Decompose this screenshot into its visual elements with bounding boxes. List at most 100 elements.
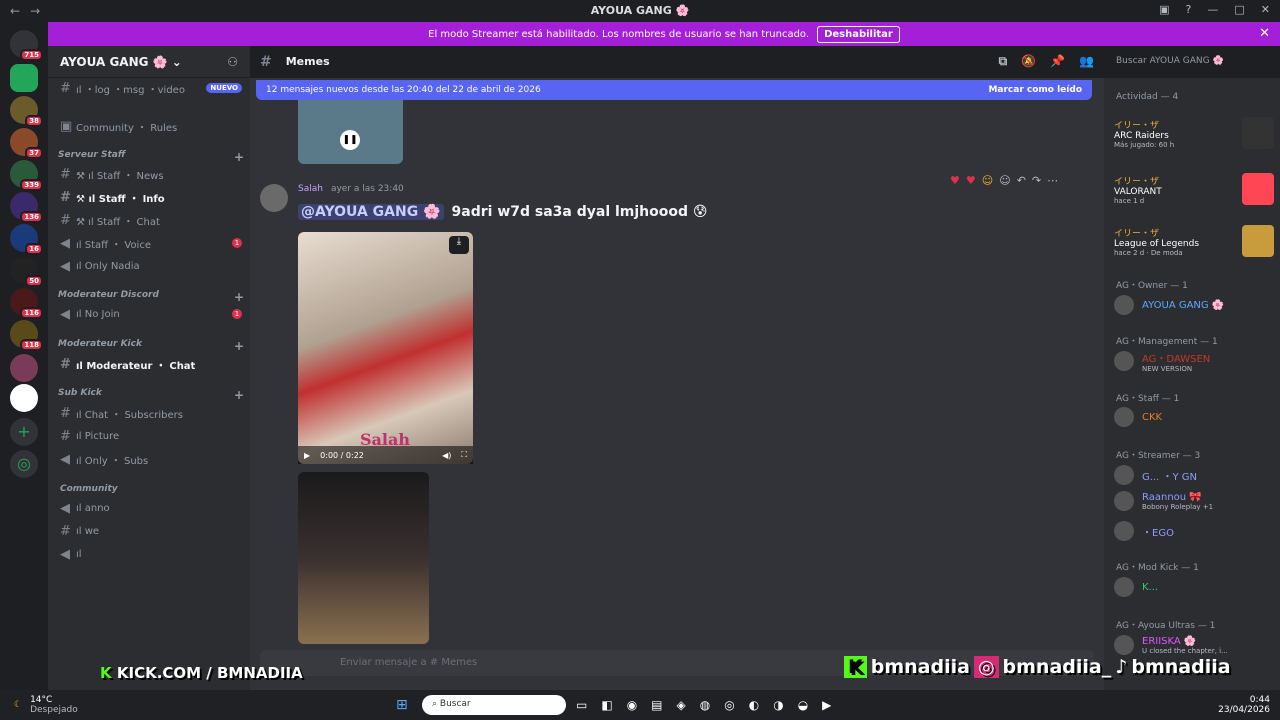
close-banner-icon[interactable]: ✕ xyxy=(1259,26,1270,41)
task-view-icon[interactable]: ▭ xyxy=(576,698,587,712)
channel-item[interactable]: # ıl we xyxy=(56,521,242,541)
server-icon[interactable]: 16 xyxy=(10,224,43,255)
channel-item[interactable]: # ıl Moderateur ・ Chat xyxy=(56,354,242,374)
reply-icon[interactable]: ↶ xyxy=(1017,174,1026,187)
obs-icon[interactable]: ◎ xyxy=(724,698,734,712)
activity-item[interactable]: イリー・ザ ARC Raiders Más jugado: 60 h xyxy=(1114,116,1274,150)
weather-icon: ☾ xyxy=(14,700,23,710)
pin-icon[interactable]: 📌 xyxy=(1050,54,1065,69)
channel-item[interactable]: ▣ Community ・ Rules xyxy=(56,116,242,136)
add-server-icon[interactable]: + xyxy=(10,418,38,446)
activity-header: Actividad — 4 xyxy=(1116,92,1179,102)
channel-item[interactable]: # ⚒ ıl Staff ・ Chat xyxy=(56,210,242,230)
member[interactable]: K... xyxy=(1114,570,1274,604)
clock[interactable]: 0:44 23/04/2026 xyxy=(1218,695,1270,715)
channel-item[interactable]: ◀ ıl anno xyxy=(56,498,242,518)
voice-channel[interactable]: ◀ ıl Only ・ Subs xyxy=(56,449,242,469)
invite-icon[interactable]: ⚇ xyxy=(227,55,238,69)
kick-overlay: K KICK.COM / BMNADIIA xyxy=(100,664,303,682)
channel-item[interactable]: # ıl ・log ・msg ・video NUEVO xyxy=(56,78,242,98)
add-reaction-icon[interactable]: ☺ xyxy=(999,174,1010,187)
banner-text: El modo Streamer está habilitado. Los no… xyxy=(428,28,810,40)
heart-reaction-icon[interactable]: ♥ xyxy=(950,174,960,187)
mention[interactable]: @AYOUA GANG 🌸 xyxy=(298,204,444,220)
taskbar-search[interactable]: ⌕ Buscar xyxy=(422,695,566,715)
voice-channel[interactable]: ◀ ıl Staff ・ Voice 1 xyxy=(56,233,242,253)
close-window-button[interactable]: ✕ xyxy=(1261,3,1270,16)
image-attachment[interactable] xyxy=(298,472,429,644)
help-icon[interactable]: ? xyxy=(1186,3,1192,16)
server-icon[interactable] xyxy=(10,354,38,382)
discord-icon[interactable]: ◐ xyxy=(749,698,759,712)
app-icon[interactable]: ◒ xyxy=(798,698,808,712)
volume-icon[interactable]: ◀) xyxy=(442,451,451,460)
voice-channel[interactable]: ◀ ıl Only Nadia xyxy=(56,256,242,276)
social-overlay: Kbmnadiia ◎ bmnadiia_ ♪ bmnadiia xyxy=(844,656,1231,678)
discover-icon[interactable]: ◎ xyxy=(10,450,38,478)
more-icon[interactable]: ⋯ xyxy=(1047,174,1058,187)
play-icon[interactable]: ▶ xyxy=(304,451,310,460)
notifications-icon[interactable]: 🔕 xyxy=(1021,54,1036,69)
window-title: AYOUA GANG 🌸 xyxy=(590,4,690,17)
outlook-icon[interactable]: ◉ xyxy=(627,698,637,712)
channel-item[interactable]: # ıl Chat ・ Subscribers xyxy=(56,403,242,423)
member[interactable]: AYOUA GANG 🌸 xyxy=(1114,288,1274,322)
member[interactable]: AG・DAWSEN NEW VERSION xyxy=(1114,344,1274,378)
app-icon[interactable]: ◈ xyxy=(677,698,686,712)
activity-item[interactable]: イリー・ザ League of Legends hace 2 d · De moda xyxy=(1114,224,1274,258)
server-icon[interactable]: 118 xyxy=(10,320,43,351)
server-icon[interactable]: 50 xyxy=(10,256,43,287)
fullscreen-icon[interactable]: ⛶ xyxy=(461,450,467,460)
folder-icon[interactable]: ▤ xyxy=(651,698,662,712)
channel-title: Memes xyxy=(285,55,330,68)
store-icon[interactable]: ◧ xyxy=(601,698,612,712)
avatar[interactable] xyxy=(260,184,288,212)
minimize-button[interactable]: — xyxy=(1207,3,1218,16)
channel-item[interactable]: # ⚒ ıl Staff ・ News xyxy=(56,164,242,184)
channel-item[interactable]: # ⚒ ıl Staff ・ Info xyxy=(56,187,242,207)
threads-icon[interactable]: ⧉ xyxy=(999,54,1008,69)
weather-widget[interactable]: 14°C Despejado xyxy=(30,695,78,715)
chrome-icon[interactable]: ◑ xyxy=(773,698,783,712)
category[interactable]: Moderateur Discord + xyxy=(58,290,244,304)
server-icon[interactable]: 37 xyxy=(10,128,43,159)
speaker-icon: ◀ xyxy=(60,235,70,251)
home-button[interactable]: 715 xyxy=(10,30,43,61)
download-icon[interactable]: ⤓ xyxy=(449,236,469,254)
category[interactable]: Serveur Staff + xyxy=(58,150,244,164)
author-name[interactable]: Salah xyxy=(298,184,323,194)
server-icon[interactable]: 339 xyxy=(10,160,43,191)
kick-app-icon[interactable]: ▶ xyxy=(822,698,831,712)
members-icon[interactable]: 👥 xyxy=(1079,54,1094,69)
guild-header[interactable]: AYOUA GANG 🌸 ⌄ ⚇ xyxy=(48,46,250,78)
member[interactable]: ・EGO xyxy=(1114,514,1274,548)
member[interactable]: Raannou 🎀 Bobony Roleplay +1 xyxy=(1114,484,1274,518)
member[interactable]: CKK xyxy=(1114,400,1274,434)
server-icon[interactable] xyxy=(10,384,38,412)
disable-streamer-button[interactable]: Deshabilitar xyxy=(817,25,900,43)
forward-icon[interactable]: ↷ xyxy=(1032,174,1041,187)
steam-icon[interactable]: ◍ xyxy=(700,698,710,712)
inbox-icon[interactable]: ▣ xyxy=(1159,3,1169,16)
category[interactable]: Community xyxy=(60,484,246,494)
voice-channel[interactable]: ◀ ıl No Join 1 xyxy=(56,304,242,324)
pause-icon[interactable]: ❚❚ xyxy=(340,130,360,150)
emoji-reaction-icon[interactable]: ☺ xyxy=(982,174,993,187)
channel-item[interactable]: # ıl Picture xyxy=(56,426,242,446)
category[interactable]: Moderateur Kick + xyxy=(58,339,244,353)
heart-reaction-icon[interactable]: ♥ xyxy=(966,174,976,187)
video-attachment[interactable]: ⤓ Salah ▶ 0:00 / 0:22 ◀) ⛶ xyxy=(298,232,473,464)
server-icon[interactable]: 116 xyxy=(10,288,43,319)
category[interactable]: Sub Kick + xyxy=(58,388,244,402)
previous-video-attachment[interactable]: ❚❚ xyxy=(298,100,403,164)
mark-read-button[interactable]: Marcar como leído xyxy=(988,85,1082,95)
new-messages-bar[interactable]: 12 mensajes nuevos desde las 20:40 del 2… xyxy=(256,80,1092,100)
windows-start-icon[interactable]: ⊞ xyxy=(396,697,408,713)
maximize-button[interactable]: □ xyxy=(1234,3,1244,16)
server-icon[interactable]: 136 xyxy=(10,192,43,223)
channel-item[interactable]: ◀ ıl xyxy=(56,544,242,564)
server-icon[interactable] xyxy=(10,64,38,92)
server-icon[interactable]: 38 xyxy=(10,96,43,127)
search-input[interactable]: Buscar AYOUA GANG 🌸 xyxy=(1110,52,1274,72)
activity-item[interactable]: イリー・ザ VALORANT hace 1 d xyxy=(1114,172,1274,206)
